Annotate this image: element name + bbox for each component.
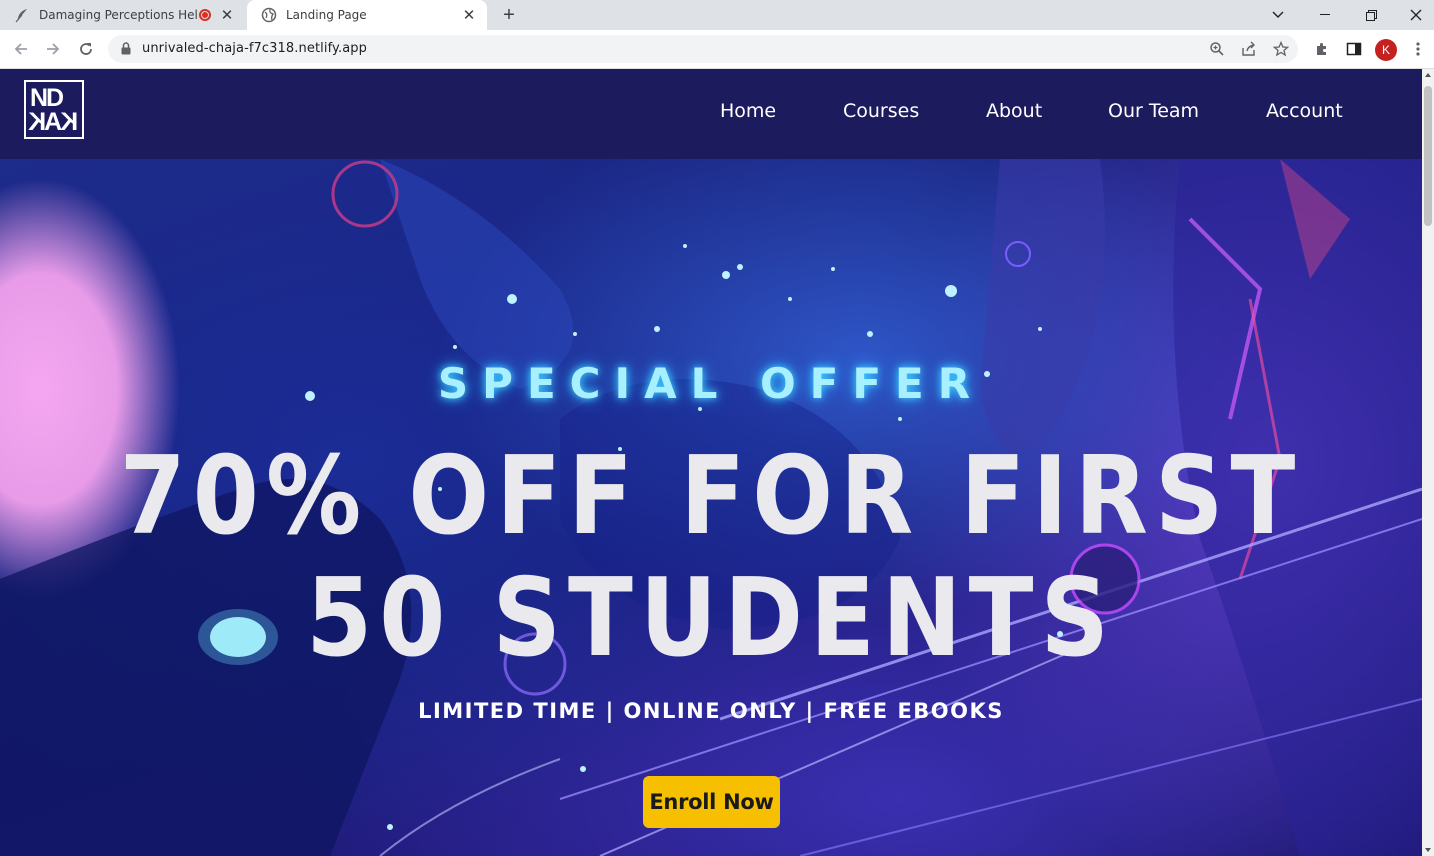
extensions-icon[interactable] [1313, 40, 1331, 58]
menu-kebab-icon[interactable] [1409, 40, 1427, 58]
globe-icon [261, 7, 277, 23]
tab-strip: Damaging Perceptions Help ✕ Landing Page… [0, 0, 1434, 30]
new-tab-button[interactable]: + [498, 4, 520, 26]
enroll-now-button[interactable]: Enroll Now [643, 776, 780, 828]
logo-line2: KAK [30, 108, 79, 136]
site-navbar: ND KAK Home Courses About Our Team Accou… [0, 69, 1422, 159]
nav-our-team[interactable]: Our Team [1108, 100, 1199, 122]
tab-active[interactable]: Landing Page ✕ [247, 0, 487, 30]
close-tab-icon[interactable]: ✕ [461, 7, 477, 23]
tab-inactive[interactable]: Damaging Perceptions Help ✕ [0, 0, 245, 30]
url-text[interactable]: unrivaled-chaja-f7c318.netlify.app [142, 41, 367, 56]
tab-title: Damaging Perceptions Help [39, 8, 199, 22]
nav-courses[interactable]: Courses [843, 100, 919, 122]
site-logo[interactable]: ND KAK [24, 80, 84, 139]
feather-icon [14, 7, 30, 23]
reload-icon[interactable] [75, 38, 97, 60]
back-icon[interactable] [10, 38, 32, 60]
bookmark-star-icon[interactable] [1272, 40, 1290, 57]
restore-icon[interactable] [1351, 0, 1391, 30]
hero-headline-line2: 50 STUDENTS [306, 556, 1116, 681]
recording-icon [199, 9, 211, 21]
lock-icon[interactable] [121, 42, 131, 60]
address-bar[interactable]: unrivaled-chaja-f7c318.netlify.app [108, 35, 1298, 63]
scroll-down-arrow-icon[interactable] [1425, 848, 1431, 852]
scrollbar-thumb[interactable] [1424, 86, 1432, 226]
page-viewport: ND KAK Home Courses About Our Team Accou… [0, 69, 1422, 856]
minimize-icon[interactable] [1305, 0, 1345, 30]
close-window-icon[interactable] [1396, 0, 1434, 30]
hero-banner: SPECIAL OFFER 70% OFF FOR FIRST 50 STUDE… [0, 159, 1422, 856]
zoom-icon[interactable] [1209, 41, 1225, 57]
tab-title: Landing Page [286, 8, 367, 22]
profile-avatar[interactable]: K [1375, 39, 1397, 61]
page-scrollbar[interactable] [1422, 69, 1434, 856]
browser-toolbar: unrivaled-chaja-f7c318.netlify.app K [0, 30, 1434, 69]
hero-eyebrow: SPECIAL OFFER [437, 359, 985, 408]
share-icon[interactable] [1241, 41, 1257, 57]
close-tab-icon[interactable]: ✕ [219, 7, 235, 23]
scroll-up-arrow-icon[interactable] [1425, 73, 1431, 77]
hero-subline: LIMITED TIME | ONLINE ONLY | FREE EBOOKS [418, 699, 1004, 723]
nav-home[interactable]: Home [720, 100, 776, 122]
forward-icon[interactable] [42, 38, 64, 60]
nav-about[interactable]: About [986, 100, 1042, 122]
tab-search-icon[interactable] [1258, 0, 1298, 30]
nav-account[interactable]: Account [1266, 100, 1343, 122]
side-panel-icon[interactable] [1345, 40, 1363, 58]
hero-headline-line1: 70% OFF FOR FIRST [119, 434, 1303, 559]
